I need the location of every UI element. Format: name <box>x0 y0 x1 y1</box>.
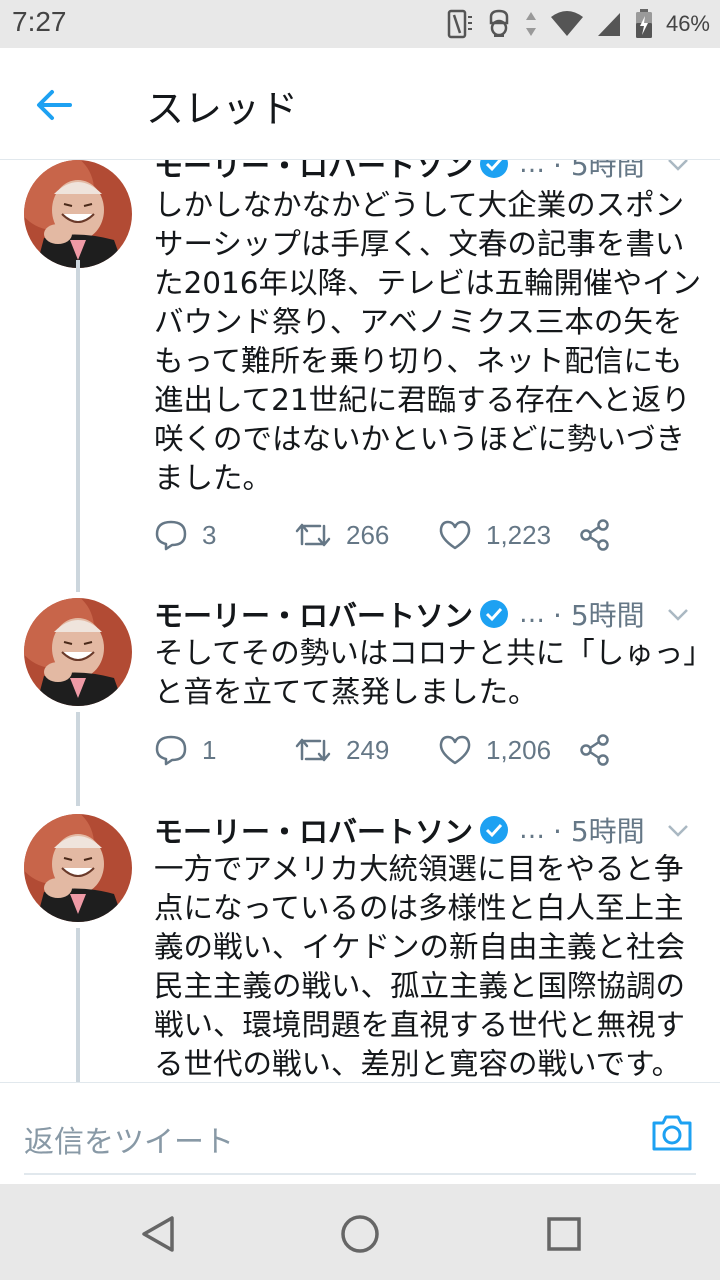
battery-percentage: 46% <box>665 11 710 36</box>
app-header: スレッド <box>0 48 720 160</box>
thread-connector-line <box>76 928 80 1082</box>
reply-button[interactable]: 1 <box>154 730 216 770</box>
author-name[interactable]: モーリー・ロバートソン <box>154 809 473 851</box>
like-button[interactable]: 1,223 <box>438 515 551 555</box>
chevron-down-icon[interactable] <box>664 816 692 844</box>
reply-icon <box>155 520 187 551</box>
author-name[interactable]: モーリー・ロバートソン <box>154 160 473 185</box>
wifi-icon <box>550 10 584 38</box>
status-icons: 46% <box>446 8 710 40</box>
tweet-header: モーリー・ロバートソン … · 5時間 <box>154 810 696 850</box>
like-button[interactable]: 1,206 <box>438 730 551 770</box>
status-bar: 7:27 46% <box>0 0 720 48</box>
camera-button[interactable] <box>650 1111 694 1155</box>
reply-input[interactable]: 返信をツイート <box>24 1117 234 1161</box>
retweet-button[interactable]: 249 <box>294 730 389 770</box>
input-underline <box>24 1173 696 1175</box>
author-handle: … <box>519 815 546 845</box>
author-handle: … <box>519 160 546 179</box>
share-icon <box>580 734 609 766</box>
circle-home-icon <box>341 1215 379 1253</box>
share-icon <box>580 519 609 551</box>
battery-icon <box>634 8 654 40</box>
triangle-back-icon <box>142 1216 174 1252</box>
reply-count: 3 <box>202 519 217 550</box>
verified-badge-icon <box>480 816 509 844</box>
back-button[interactable] <box>30 80 80 130</box>
retweet-count: 266 <box>346 519 390 550</box>
like-count: 1,223 <box>486 519 552 550</box>
tweet-text: 一方でアメリカ大統領選に目をやると争点になっているのは多様性と白人至上主義の戦い… <box>154 852 686 1081</box>
tweet-timestamp[interactable]: · 5時間 <box>553 594 645 634</box>
tweet-header: モーリー・ロバートソン … · 5時間 <box>154 160 696 184</box>
thread-list[interactable]: モーリー・ロバートソン … · 5時間 しかしなかなかどうして大企業のスポンサー… <box>0 160 720 1082</box>
heart-icon <box>439 735 471 765</box>
system-nav-bar <box>0 1184 720 1280</box>
tweet-item[interactable]: モーリー・ロバートソン … · 5時間 そしてその勢いはコロナと共に「しゅっ」と… <box>0 592 720 806</box>
status-time: 7:27 <box>12 6 67 37</box>
tweet-item[interactable]: モーリー・ロバートソン … · 5時間 一方でアメリカ大統領選に目をやると争点に… <box>0 808 720 1082</box>
phone-flip-icon <box>446 9 474 39</box>
nav-recents-button[interactable] <box>542 1212 586 1256</box>
reply-button[interactable]: 3 <box>154 515 216 555</box>
thread-connector-line <box>76 712 80 806</box>
tweet-text: そしてその勢いはコロナと共に「しゅっ」と音を立てて蒸発しました。 <box>154 636 698 709</box>
like-count: 1,206 <box>486 734 552 765</box>
share-button[interactable] <box>578 730 612 770</box>
retweet-icon <box>295 738 331 762</box>
heart-icon <box>439 520 471 550</box>
avatar[interactable] <box>24 160 132 268</box>
avatar[interactable] <box>24 814 132 922</box>
verified-badge-icon <box>480 160 509 178</box>
tweet-timestamp[interactable]: · 5時間 <box>553 160 645 184</box>
thread-connector-line <box>76 260 80 592</box>
data-transfer-icon <box>524 9 538 39</box>
page-title: スレッド <box>146 87 299 131</box>
nav-home-button[interactable] <box>338 1212 382 1256</box>
verified-badge-icon <box>480 600 509 628</box>
share-button[interactable] <box>578 515 612 555</box>
tweet-header: モーリー・ロバートソン … · 5時間 <box>154 594 696 634</box>
alarm-icon <box>486 9 512 39</box>
reply-count: 1 <box>202 734 217 765</box>
reply-composer: 返信をツイート <box>0 1082 720 1184</box>
retweet-count: 249 <box>346 734 390 765</box>
tweet-actions: 1 249 1,206 <box>154 730 634 770</box>
tweet-actions: 3 266 1,223 <box>154 515 634 555</box>
avatar[interactable] <box>24 598 132 706</box>
author-handle: … <box>519 599 546 629</box>
nav-back-button[interactable] <box>136 1212 180 1256</box>
retweet-icon <box>295 523 331 547</box>
tweet-text: しかしなかなかどうして大企業のスポンサーシップは手厚く、文春の記事を書いた201… <box>154 188 702 495</box>
retweet-button[interactable]: 266 <box>294 515 389 555</box>
tweet-timestamp[interactable]: · 5時間 <box>553 810 645 850</box>
back-arrow-icon <box>37 90 72 120</box>
reply-icon <box>155 735 187 766</box>
author-name[interactable]: モーリー・ロバートソン <box>154 593 473 635</box>
camera-icon <box>652 1115 692 1151</box>
cell-signal-icon <box>596 10 622 38</box>
chevron-down-icon[interactable] <box>664 160 692 178</box>
chevron-down-icon[interactable] <box>664 600 692 628</box>
square-recents-icon <box>547 1217 581 1251</box>
